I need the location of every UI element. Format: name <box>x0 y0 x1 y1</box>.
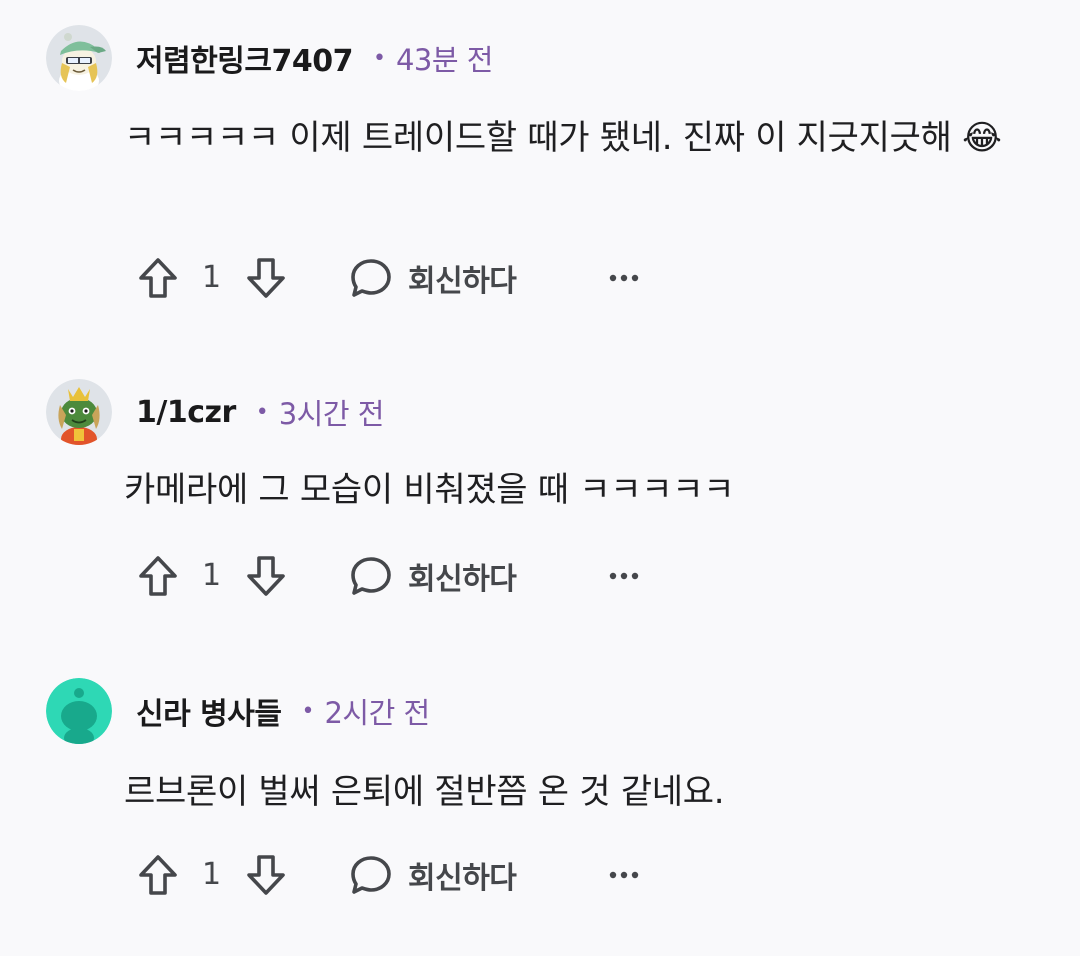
more-dots-icon <box>609 572 639 580</box>
more-options-button[interactable] <box>604 851 644 899</box>
comment-body: 카메라에 그 모습이 비춰졌을 때 ㅋㅋㅋㅋㅋ <box>124 470 735 510</box>
comment-timestamp[interactable]: 43분 전 <box>396 37 493 79</box>
avatar-default-snoo-icon[interactable] <box>46 678 112 744</box>
speech-bubble-icon <box>351 259 391 297</box>
comment-actions: 1 회신하다 <box>134 254 834 302</box>
speech-bubble-icon <box>351 557 391 595</box>
comment-timestamp[interactable]: 3시간 전 <box>279 391 385 433</box>
downvote-button[interactable] <box>242 254 290 302</box>
upvote-button[interactable] <box>134 851 182 899</box>
upvote-button[interactable] <box>134 552 182 600</box>
comment-author[interactable]: 1/1czr <box>136 395 236 430</box>
upvote-arrow-icon <box>139 258 177 298</box>
reply-label: 회신하다 <box>408 562 517 597</box>
upvote-arrow-icon <box>139 855 177 895</box>
more-options-button[interactable] <box>604 552 644 600</box>
comment-header: 저렴한링크7407 • 43분 전 <box>46 24 493 92</box>
reply-label: 회신하다 <box>408 861 517 896</box>
meta-separator: • <box>373 45 386 71</box>
more-dots-icon <box>609 871 639 879</box>
reply-button[interactable]: 회신하다 <box>348 552 517 600</box>
comment-body: 르브론이 벌써 은퇴에 절반쯤 온 것 같네요. <box>124 772 725 812</box>
reply-button[interactable]: 회신하다 <box>348 851 517 899</box>
comment-actions: 1 회신하다 <box>134 851 834 899</box>
upvote-arrow-icon <box>139 556 177 596</box>
meta-separator: • <box>255 399 269 425</box>
downvote-arrow-icon <box>247 258 285 298</box>
more-dots-icon <box>609 274 639 282</box>
vote-count: 1 <box>202 857 222 892</box>
comment-author[interactable]: 신라 병사들 <box>136 689 282 733</box>
comment-timestamp[interactable]: 2시간 전 <box>324 690 430 732</box>
reply-label: 회신하다 <box>408 264 517 299</box>
vote-count: 1 <box>202 558 222 593</box>
comment-actions: 1 회신하다 <box>134 552 834 600</box>
downvote-arrow-icon <box>247 855 285 895</box>
comment-header: 1/1czr • 3시간 전 <box>46 378 384 446</box>
speech-bubble-icon <box>351 856 391 894</box>
meta-separator: • <box>301 698 315 724</box>
downvote-button[interactable] <box>242 851 290 899</box>
vote-count: 1 <box>202 260 222 295</box>
more-options-button[interactable] <box>604 254 644 302</box>
reply-button[interactable]: 회신하다 <box>348 254 517 302</box>
upvote-button[interactable] <box>134 254 182 302</box>
comment-body: ㅋㅋㅋㅋㅋ 이제 트레이드할 때가 됐네. 진짜 이 지긋지긋해 😂 <box>124 118 1002 158</box>
comment-header: 신라 병사들 • 2시간 전 <box>46 677 430 745</box>
avatar-snoo-cap-icon[interactable] <box>46 25 112 91</box>
avatar-snoo-crown-icon[interactable] <box>46 379 112 445</box>
downvote-arrow-icon <box>247 556 285 596</box>
downvote-button[interactable] <box>242 552 290 600</box>
comment-author[interactable]: 저렴한링크7407 <box>136 36 354 80</box>
